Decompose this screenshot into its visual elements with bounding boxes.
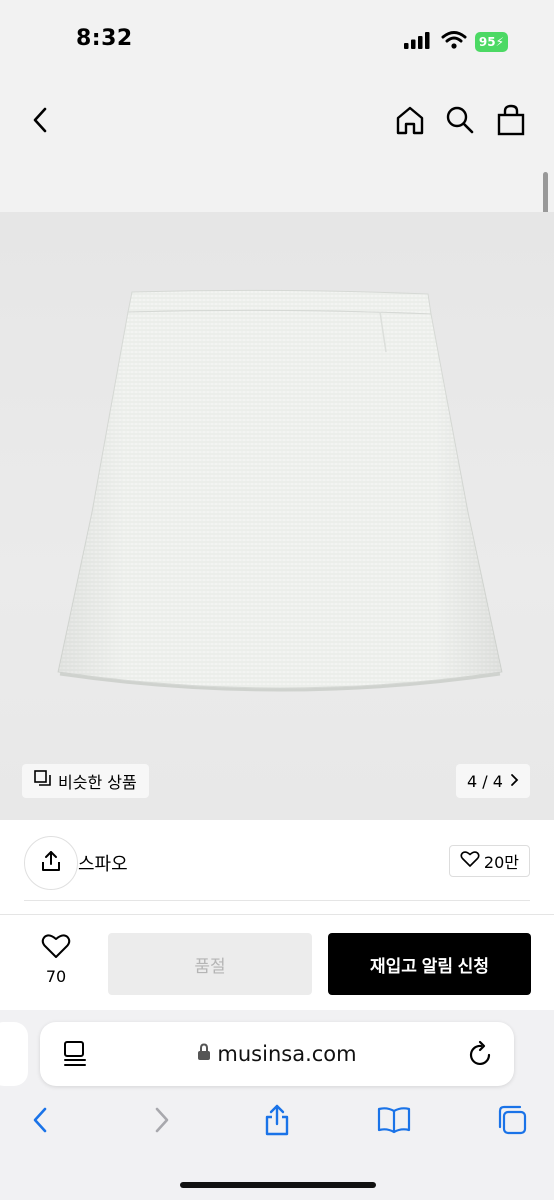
shopping-bag-icon	[496, 104, 526, 140]
wifi-icon	[441, 30, 467, 54]
similar-products-button[interactable]: 비슷한 상품	[22, 764, 149, 798]
image-page-counter[interactable]: 4 / 4	[456, 764, 530, 798]
home-button[interactable]	[390, 102, 430, 142]
search-icon	[445, 105, 475, 139]
skirt-illustration	[57, 289, 503, 692]
status-time: 8:32	[76, 26, 133, 51]
url-text: musinsa.com	[217, 1042, 357, 1066]
page-menu-icon[interactable]	[62, 1040, 88, 1072]
divider	[24, 900, 530, 901]
brand-name[interactable]: 스파오	[78, 850, 128, 876]
app-header	[0, 82, 554, 252]
restock-alert-button[interactable]: 재입고 알림 신청	[328, 933, 531, 995]
safari-chrome: musinsa.com	[0, 1010, 554, 1200]
sold-out-button: 품절	[108, 933, 312, 995]
chevron-right-icon	[509, 772, 519, 791]
address-bar[interactable]: musinsa.com	[40, 1022, 514, 1086]
share-icon	[39, 849, 63, 877]
heart-outline-icon	[460, 850, 480, 872]
cellular-signal-icon	[403, 30, 433, 54]
battery-level: 95	[478, 35, 496, 49]
browser-share-button[interactable]	[255, 1100, 299, 1144]
charging-bolt-icon: ⚡	[495, 35, 504, 49]
status-bar: 8:32 95 ⚡	[0, 0, 554, 82]
bookmarks-button[interactable]	[372, 1100, 416, 1144]
tabs-button[interactable]	[490, 1100, 534, 1144]
safari-toolbar	[0, 1100, 554, 1150]
cart-button[interactable]	[491, 102, 531, 142]
product-image[interactable]	[0, 212, 554, 820]
share-icon	[263, 1104, 291, 1140]
back-button[interactable]	[20, 102, 60, 142]
similar-products-label: 비슷한 상품	[58, 773, 137, 792]
wishlist-button[interactable]: 70	[26, 933, 86, 986]
browser-back-button[interactable]	[18, 1100, 62, 1144]
wishlist-count: 70	[45, 967, 67, 986]
home-indicator[interactable]	[180, 1182, 376, 1188]
chevron-left-icon	[30, 106, 50, 138]
forward-arrow-icon	[153, 1106, 171, 1138]
brand-like-count: 20만	[483, 853, 519, 872]
reload-icon[interactable]	[468, 1040, 494, 1072]
purchase-action-bar: 70 품절 재입고 알림 신청	[0, 914, 554, 1010]
brand-like-button[interactable]: 20만	[448, 845, 530, 877]
tabs-icon	[496, 1104, 528, 1140]
book-icon	[376, 1106, 412, 1138]
search-button[interactable]	[440, 102, 480, 142]
status-icons: 95 ⚡	[403, 30, 508, 54]
back-arrow-icon	[31, 1106, 49, 1138]
share-button[interactable]	[24, 836, 78, 890]
lock-icon	[197, 1042, 211, 1066]
battery-indicator: 95 ⚡	[474, 32, 508, 52]
product-info: 스파오 20만	[0, 820, 554, 916]
heart-icon	[41, 933, 71, 963]
home-icon	[394, 104, 426, 140]
previous-tab-preview[interactable]	[0, 1022, 28, 1086]
url-display: musinsa.com	[40, 1022, 514, 1086]
copy-icon	[34, 770, 52, 792]
browser-forward-button[interactable]	[140, 1100, 184, 1144]
page-counter-text: 4 / 4	[467, 771, 503, 791]
